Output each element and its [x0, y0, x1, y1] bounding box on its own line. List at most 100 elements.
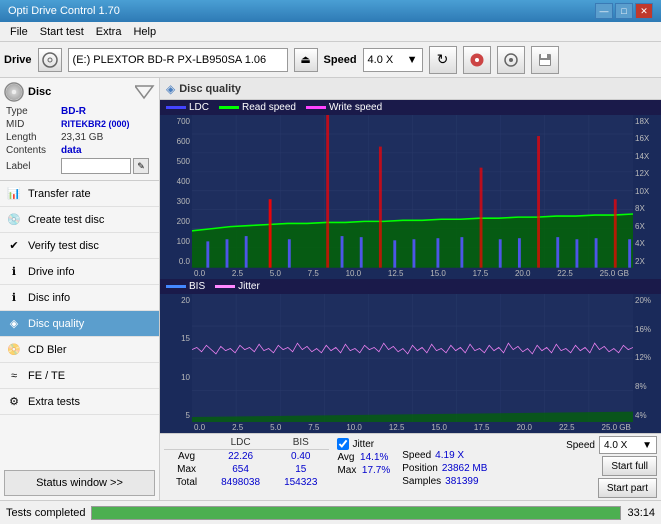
sidebar-item-label: Disc info [28, 292, 70, 304]
disc-mid-row: MID RITEKBR2 (000) [4, 119, 155, 130]
refresh-button[interactable]: ↻ [429, 46, 457, 74]
chart-header: ◈ Disc quality [160, 78, 661, 100]
status-window-button[interactable]: Status window >> [4, 470, 155, 496]
progress-bar [92, 507, 620, 519]
total-ldc: 8498038 [209, 476, 272, 489]
menu-extra[interactable]: Extra [90, 24, 128, 40]
start-part-button[interactable]: Start part [598, 478, 657, 498]
lower-x-axis: 0.0 2.5 5.0 7.5 10.0 12.5 15.0 17.5 20.0… [160, 422, 661, 433]
floppy-icon [537, 52, 553, 68]
control-section: Speed 4.0 X ▼ Start full Start part [566, 436, 657, 498]
menu-file[interactable]: File [4, 24, 34, 40]
status-time: 33:14 [627, 507, 655, 519]
chart-header-icon: ◈ [166, 82, 175, 96]
close-button[interactable]: ✕ [635, 3, 653, 19]
lower-chart-area: 20 15 10 5 [160, 294, 661, 422]
drive-icon-button[interactable] [38, 48, 62, 72]
main-layout: Disc Type BD-R MID RITEKBR2 (000) Length… [0, 78, 661, 500]
settings-button1[interactable] [463, 46, 491, 74]
extra-icon: ⚙ [6, 394, 22, 410]
sidebar-item-create-test-disc[interactable]: 💿 Create test disc [0, 207, 159, 233]
save-button[interactable] [531, 46, 559, 74]
create-icon: 💿 [6, 212, 22, 228]
speed-select-control[interactable]: 4.0 X ▼ [599, 436, 657, 454]
speed-select[interactable]: 4.0 X ▼ [363, 48, 423, 72]
sidebar-item-label: Extra tests [28, 396, 80, 408]
upper-y-right: 18X 16X 14X 12X 10X 8X 6X 4X 2X [633, 115, 661, 268]
stats-area: LDC BIS Avg 22.26 0.40 Max 654 15 Tota [160, 433, 661, 500]
avg-bis: 0.40 [272, 450, 329, 464]
sidebar-item-label: Verify test disc [28, 240, 99, 252]
progress-bar-container [91, 506, 621, 520]
bis-header: BIS [272, 436, 329, 450]
sidebar-item-disc-quality[interactable]: ◈ Disc quality [0, 311, 159, 337]
upper-chart-area: 700 600 500 400 300 200 100 0.0 [160, 115, 661, 268]
fe-te-icon: ≈ [6, 368, 22, 384]
cd-bler-icon: 📀 [6, 342, 22, 358]
upper-legend: LDC Read speed Write speed [160, 100, 661, 115]
sidebar-item-transfer-rate[interactable]: 📊 Transfer rate [0, 181, 159, 207]
jitter-checkbox[interactable] [337, 438, 349, 450]
max-ldc: 654 [209, 463, 272, 476]
lower-chart-block: BIS Jitter 20 15 10 5 [160, 279, 661, 433]
position-value: 23862 MB [442, 463, 488, 474]
sidebar-item-label: FE / TE [28, 370, 65, 382]
sidebar-item-cd-bler[interactable]: 📀 CD Bler [0, 337, 159, 363]
samples-value: 381399 [445, 476, 478, 487]
lower-chart-svg [192, 294, 633, 422]
jitter-checkbox-row: Jitter [337, 438, 390, 450]
disc-arrow-icon [135, 84, 155, 100]
sidebar-item-label: Disc quality [28, 318, 84, 330]
ldc-header: LDC [209, 436, 272, 450]
lower-y-right: 20% 16% 12% 8% 4% [633, 294, 661, 422]
label-edit-button[interactable]: ✎ [133, 158, 149, 174]
read-speed-color [219, 106, 239, 109]
ldc-color [166, 106, 186, 109]
speed-pos-section: Speed 4.19 X Position 23862 MB Samples 3… [402, 436, 487, 487]
legend-write-speed: Write speed [306, 102, 382, 113]
disc-write-icon [469, 52, 485, 68]
menu-help[interactable]: Help [127, 24, 162, 40]
transfer-icon: 📊 [6, 186, 22, 202]
sidebar-item-label: CD Bler [28, 344, 67, 356]
avg-ldc: 22.26 [209, 450, 272, 464]
upper-y-left: 700 600 500 400 300 200 100 0.0 [160, 115, 192, 268]
jitter-avg: Avg 14.1% [337, 452, 390, 463]
start-full-button[interactable]: Start full [602, 456, 657, 476]
disc-info-icon: ℹ [6, 290, 22, 306]
disc-quality-icon: ◈ [6, 316, 22, 332]
menu-start-test[interactable]: Start test [34, 24, 90, 40]
drive-select[interactable]: (E:) PLEXTOR BD-R PX-LB950SA 1.06 [68, 48, 288, 72]
jitter-max: Max 17.7% [337, 465, 390, 476]
total-bis: 154323 [272, 476, 329, 489]
menubar: File Start test Extra Help [0, 22, 661, 42]
samples-row: Samples 381399 [402, 476, 487, 487]
maximize-button[interactable]: □ [615, 3, 633, 19]
sidebar-item-label: Drive info [28, 266, 74, 278]
sidebar-item-label: Transfer rate [28, 188, 91, 200]
sidebar-item-extra-tests[interactable]: ⚙ Extra tests [0, 389, 159, 415]
drive-label: Drive [4, 54, 32, 66]
lower-y-left: 20 15 10 5 [160, 294, 192, 422]
sidebar-item-fe-te[interactable]: ≈ FE / TE [0, 363, 159, 389]
label-input[interactable] [61, 158, 131, 174]
eject-button[interactable]: ⏏ [294, 48, 318, 72]
upper-chart-svg [192, 115, 633, 268]
speed-select-row: Speed 4.0 X ▼ [566, 436, 657, 454]
sidebar-menu: 📊 Transfer rate 💿 Create test disc ✔ Ver… [0, 181, 159, 466]
lower-legend: BIS Jitter [160, 279, 661, 294]
sidebar-item-drive-info[interactable]: ℹ Drive info [0, 259, 159, 285]
settings-button2[interactable] [497, 46, 525, 74]
legend-jitter: Jitter [215, 281, 260, 292]
minimize-button[interactable]: — [595, 3, 613, 19]
chart-title: Disc quality [179, 83, 241, 95]
disc-section: Disc Type BD-R MID RITEKBR2 (000) Length… [0, 78, 159, 181]
sidebar-item-disc-info[interactable]: ℹ Disc info [0, 285, 159, 311]
sidebar-item-label: Create test disc [28, 214, 104, 226]
disc-contents-row: Contents data [4, 145, 155, 156]
disc-header: Disc [4, 82, 155, 102]
legend-bis: BIS [166, 281, 205, 292]
sidebar: Disc Type BD-R MID RITEKBR2 (000) Length… [0, 78, 160, 500]
sidebar-item-verify-test-disc[interactable]: ✔ Verify test disc [0, 233, 159, 259]
legend-read-speed: Read speed [219, 102, 296, 113]
